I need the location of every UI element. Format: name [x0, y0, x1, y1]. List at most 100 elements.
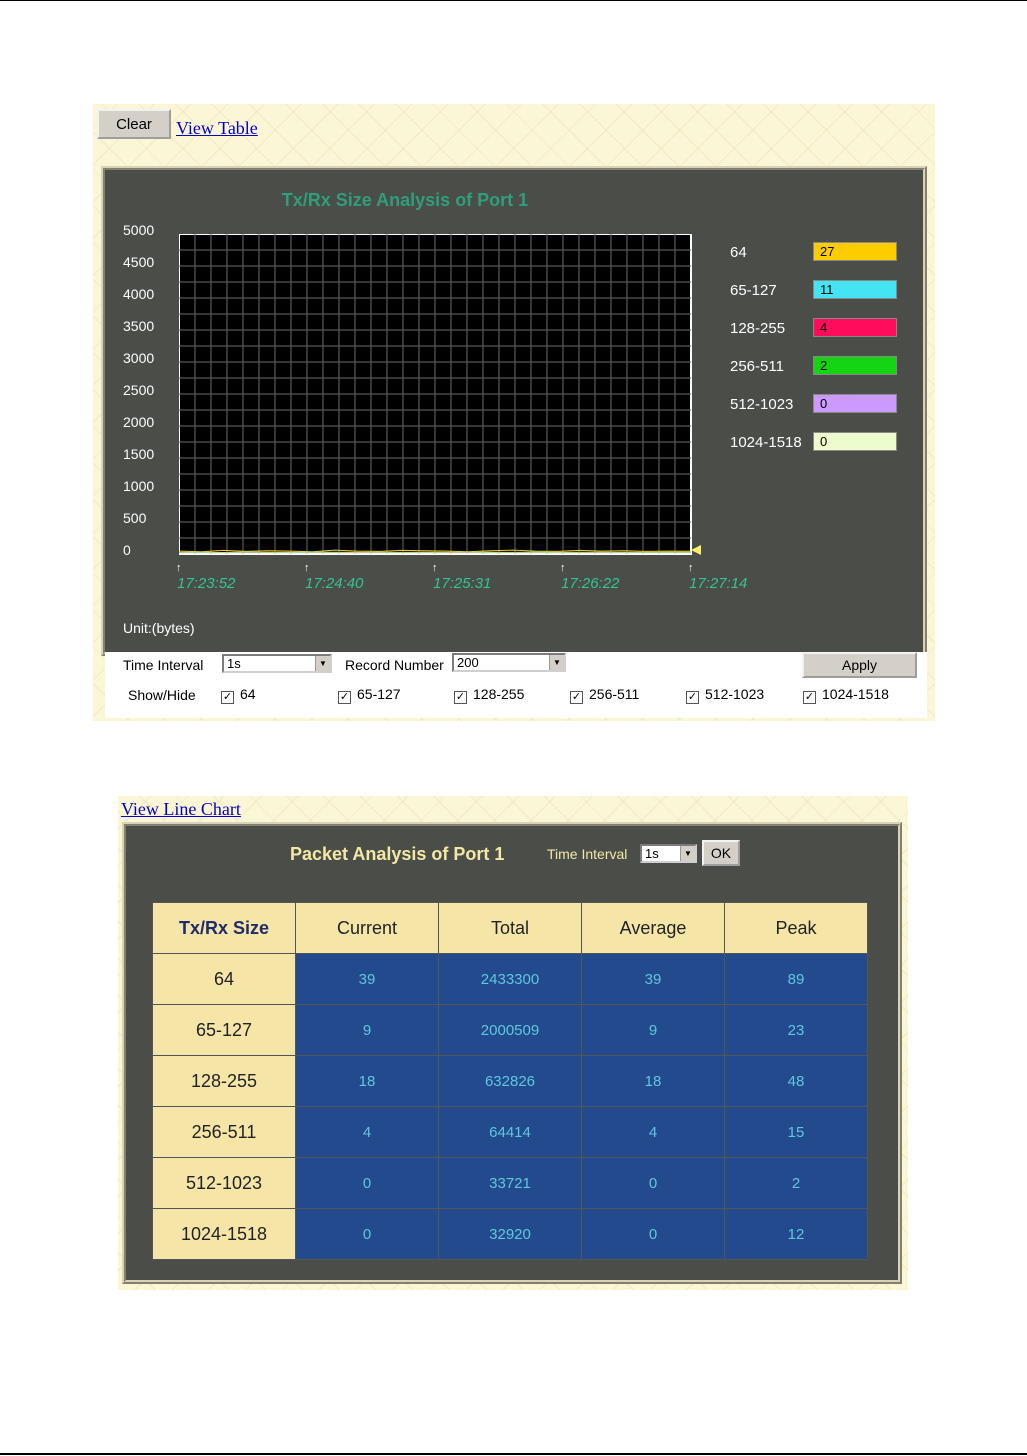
time-interval-label: Time Interval: [547, 846, 628, 862]
table-cell: 4: [581, 1106, 725, 1158]
legend-label-256-511: 256-511: [730, 358, 784, 375]
table-cell: 64414: [438, 1106, 582, 1158]
chevron-down-icon: ▼: [315, 656, 330, 671]
y-tick-label: 3500: [123, 318, 155, 334]
checkbox-check-icon: ✓: [454, 691, 467, 704]
view-line-chart-link[interactable]: View Line Chart: [121, 799, 241, 820]
checkbox-check-icon: ✓: [803, 691, 816, 704]
x-tick-marker: ↑: [176, 562, 182, 574]
chart-title: Tx/Rx Size Analysis of Port 1: [281, 190, 529, 210]
y-tick-label: 1500: [123, 446, 155, 462]
table-panel: View Line Chart Packet Analysis of Port …: [118, 796, 908, 1290]
table-row: 128-255 18 632826 18 48: [152, 1055, 868, 1107]
legend-value-256-511: 2: [813, 356, 897, 375]
row-label: 128-255: [152, 1055, 296, 1107]
chevron-down-icon: ▼: [549, 655, 564, 670]
time-interval-select[interactable]: 1s ▼: [222, 654, 332, 673]
record-number-select[interactable]: 200 ▼: [452, 653, 566, 672]
packet-table: Tx/Rx Size Current Total Average Peak 64…: [152, 902, 868, 1260]
checkbox-label: 256-511: [589, 686, 640, 702]
table-cell: 0: [581, 1157, 725, 1209]
y-tick-label: 0: [123, 542, 131, 558]
row-label: 512-1023: [152, 1157, 296, 1209]
time-interval-value: 1s: [645, 846, 659, 861]
table-cell: 632826: [438, 1055, 582, 1107]
table-cell: 48: [724, 1055, 868, 1107]
show-checkbox-1024-1518[interactable]: ✓ 1024-1518: [803, 686, 889, 704]
table-cell: 0: [295, 1157, 439, 1209]
page-top-rule: [0, 0, 1027, 1]
table-row: 1024-1518 0 32920 0 12: [152, 1208, 868, 1260]
checkbox-label: 64: [240, 686, 256, 702]
x-tick-marker: ↑: [304, 562, 310, 574]
row-label: 256-511: [152, 1106, 296, 1158]
table-frame: Packet Analysis of Port 1 Time Interval …: [122, 822, 902, 1284]
time-interval-label: Time Interval: [123, 657, 204, 673]
table-cell: 12: [724, 1208, 868, 1260]
table-cell: 9: [581, 1004, 725, 1056]
table-row: 256-511 4 64414 4 15: [152, 1106, 868, 1158]
y-tick-label: 2000: [123, 414, 155, 430]
table-cell: 2: [724, 1157, 868, 1209]
table-cell: 2000509: [438, 1004, 582, 1056]
x-tick-label: 17:24:40: [305, 575, 364, 592]
legend-label-64: 64: [730, 244, 747, 261]
checkbox-check-icon: ✓: [221, 691, 234, 704]
y-tick-label: 4500: [123, 254, 155, 270]
checkbox-check-icon: ✓: [338, 691, 351, 704]
table-cell: 0: [581, 1208, 725, 1260]
show-checkbox-65-127[interactable]: ✓ 65-127: [338, 686, 401, 704]
row-label: 1024-1518: [152, 1208, 296, 1260]
table-cell: 0: [295, 1208, 439, 1260]
current-marker-icon: [691, 545, 701, 555]
clear-button[interactable]: Clear: [97, 109, 171, 139]
table-row: 64 39 2433300 39 89: [152, 953, 868, 1005]
record-number-label: Record Number: [345, 657, 444, 673]
checkbox-label: 128-255: [473, 686, 525, 702]
table-cell: 4: [295, 1106, 439, 1158]
table-time-interval-select[interactable]: 1s ▼: [640, 844, 697, 863]
legend-value-1024-1518: 0: [813, 432, 897, 451]
table-cell: 18: [581, 1055, 725, 1107]
record-number-value: 200: [457, 655, 479, 670]
x-tick-label: 17:27:14: [689, 575, 748, 592]
show-checkbox-64[interactable]: ✓ 64: [221, 686, 256, 704]
legend-label-65-127: 65-127: [730, 282, 777, 299]
table-row: 512-1023 0 33721 0 2: [152, 1157, 868, 1209]
apply-button[interactable]: Apply: [802, 652, 917, 678]
line-chart-plot: [179, 234, 701, 555]
show-checkbox-512-1023[interactable]: ✓ 512-1023: [686, 686, 764, 704]
row-label: 65-127: [152, 1004, 296, 1056]
checkbox-label: 65-127: [357, 686, 401, 702]
table-header-row: Tx/Rx Size Current Total Average Peak: [152, 902, 868, 954]
view-table-link[interactable]: View Table: [176, 118, 258, 139]
x-tick-marker: ↑: [560, 562, 566, 574]
y-tick-label: 1000: [123, 478, 155, 494]
unit-label: Unit:(bytes): [123, 620, 195, 636]
table-cell: 32920: [438, 1208, 582, 1260]
time-interval-value: 1s: [227, 656, 241, 671]
x-tick-marker: ↑: [432, 562, 438, 574]
legend-label-128-255: 128-255: [730, 320, 786, 337]
show-checkbox-256-511[interactable]: ✓ 256-511: [570, 686, 639, 704]
y-tick-label: 2500: [123, 382, 155, 398]
checkbox-check-icon: ✓: [686, 691, 699, 704]
table-cell: 89: [724, 953, 868, 1005]
y-tick-label: 500: [123, 510, 147, 526]
table-cell: 39: [295, 953, 439, 1005]
checkbox-check-icon: ✓: [570, 691, 583, 704]
legend-label-1024-1518: 1024-1518: [730, 434, 802, 451]
column-header: Tx/Rx Size: [152, 902, 296, 954]
table-title: Packet Analysis of Port 1: [290, 844, 505, 864]
table-cell: 33721: [438, 1157, 582, 1209]
column-header: Average: [581, 902, 725, 954]
ok-button[interactable]: OK: [702, 840, 740, 866]
x-tick-label: 17:23:52: [177, 575, 236, 592]
show-hide-label: Show/Hide: [128, 687, 196, 703]
legend-value-65-127: 11: [813, 280, 897, 299]
legend-value-512-1023: 0: [813, 394, 897, 413]
table-cell: 39: [581, 953, 725, 1005]
legend-value-64: 27: [813, 242, 897, 261]
show-checkbox-128-255[interactable]: ✓ 128-255: [454, 686, 524, 704]
row-label: 64: [152, 953, 296, 1005]
